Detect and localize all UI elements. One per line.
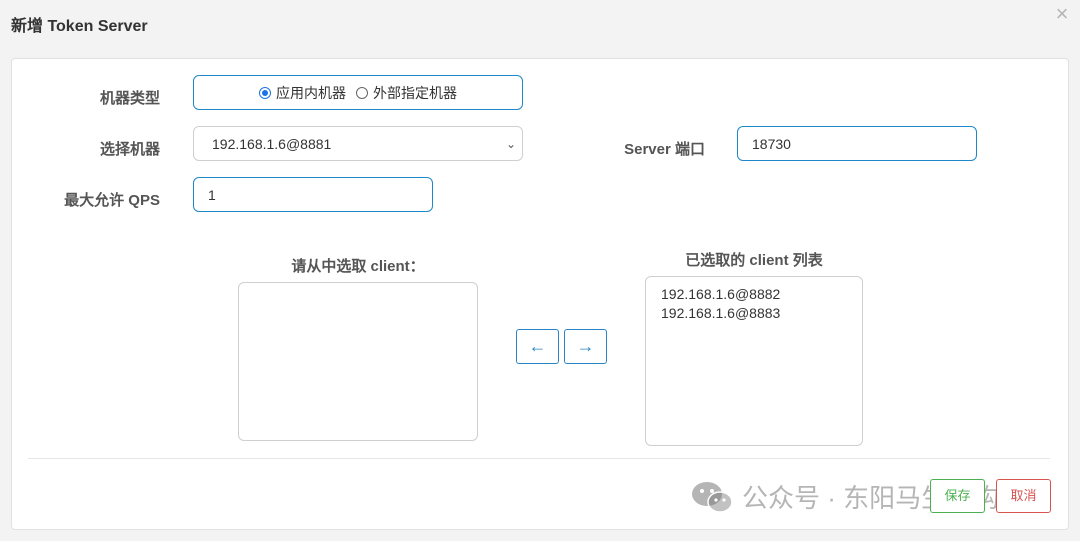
- save-button[interactable]: 保存: [930, 479, 985, 513]
- machine-type-label: 机器类型: [99, 90, 160, 107]
- machine-select-value: 192.168.1.6@8881: [212, 136, 332, 152]
- server-port-label: Server 端口: [624, 141, 705, 158]
- selected-clients-title: 已选取的 client 列表: [685, 252, 823, 269]
- radio-external-machine[interactable]: 外部指定机器: [356, 83, 457, 103]
- move-left-button[interactable]: ←: [516, 329, 559, 364]
- available-clients-title: 请从中选取 client：: [291, 258, 425, 275]
- machine-type-radio-group: 应用内机器 外部指定机器: [193, 75, 523, 110]
- list-item[interactable]: 192.168.1.6@8882: [661, 285, 847, 304]
- radio-in-app-machine[interactable]: 应用内机器: [259, 83, 346, 103]
- max-qps-label: 最大允许 QPS: [64, 192, 160, 209]
- close-icon[interactable]: ×: [1050, 2, 1074, 26]
- machine-select[interactable]: 192.168.1.6@8881 ⌄: [193, 126, 523, 161]
- radio-in-app-label: 应用内机器: [276, 84, 346, 101]
- list-item[interactable]: 192.168.1.6@8883: [661, 304, 847, 323]
- max-qps-input[interactable]: 1: [193, 177, 433, 212]
- dialog-header: 新增 Token Server ×: [0, 0, 1080, 52]
- select-machine-label: 选择机器: [99, 141, 160, 158]
- available-clients-list[interactable]: [238, 282, 478, 441]
- move-right-button[interactable]: →: [564, 329, 607, 364]
- footer-divider: [28, 458, 1050, 459]
- cancel-button[interactable]: 取消: [996, 479, 1051, 513]
- radio-checked-icon: [259, 86, 271, 99]
- radio-unchecked-icon: [356, 86, 368, 99]
- chevron-down-icon: ⌄: [505, 137, 516, 151]
- dialog-title: 新增 Token Server: [11, 18, 148, 35]
- radio-external-label: 外部指定机器: [373, 84, 457, 101]
- selected-clients-list[interactable]: 192.168.1.6@8882 192.168.1.6@8883: [645, 276, 863, 446]
- server-port-input[interactable]: 18730: [737, 126, 977, 161]
